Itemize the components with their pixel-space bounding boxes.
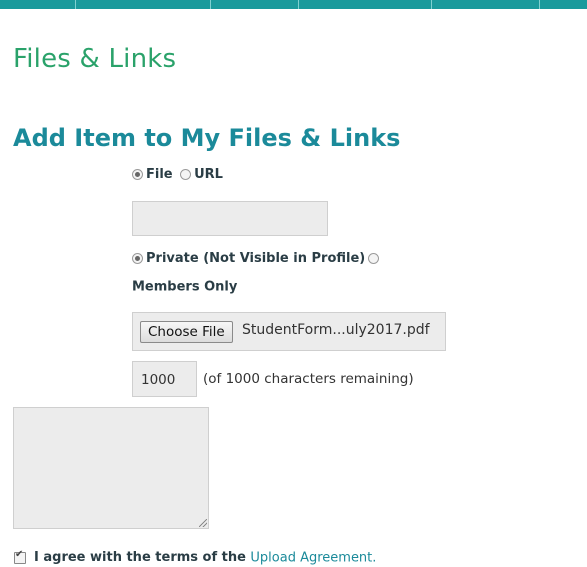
nav-separator: [539, 0, 540, 9]
page-title: Files & Links: [13, 44, 177, 74]
nav-separator: [75, 0, 76, 9]
agree-period: .: [372, 550, 377, 566]
file-upload-field: Choose File StudentForm...uly2017.pdf: [132, 312, 446, 351]
choose-file-button[interactable]: Choose File: [140, 321, 233, 343]
visibility-radio-group: Private (Not Visible in Profile): [132, 250, 380, 268]
upload-agreement-link[interactable]: Upload Agreement: [250, 550, 372, 565]
agree-label: I agree with the terms of the: [34, 550, 246, 566]
add-item-heading: Add Item to My Files & Links: [13, 124, 401, 152]
nav-separator: [431, 0, 432, 9]
members-only-radio[interactable]: [368, 253, 380, 265]
url-radio[interactable]: [180, 169, 192, 181]
file-radio[interactable]: [132, 169, 143, 181]
nav-separator: [298, 0, 299, 9]
description-textarea[interactable]: [13, 407, 209, 529]
private-radio-label[interactable]: Private (Not Visible in Profile): [146, 251, 365, 266]
url-radio-label[interactable]: URL: [194, 167, 223, 182]
private-radio[interactable]: [132, 253, 143, 265]
character-count-field: 1000: [132, 361, 197, 397]
selected-filename: StudentForm...uly2017.pdf: [242, 322, 430, 338]
url-input[interactable]: [132, 201, 328, 236]
characters-remaining-label: (of 1000 characters remaining): [203, 371, 414, 387]
textarea-resize-handle[interactable]: [199, 519, 207, 527]
members-only-radio-label[interactable]: Members Only: [132, 279, 237, 294]
nav-separator: [210, 0, 211, 9]
item-type-radio-group: File URL: [132, 166, 226, 184]
top-nav-bar: [0, 0, 587, 9]
agreement-row: I agree with the terms of the Upload Agr…: [14, 549, 376, 567]
agree-checkbox[interactable]: [14, 549, 26, 564]
file-radio-label[interactable]: File: [146, 167, 173, 182]
